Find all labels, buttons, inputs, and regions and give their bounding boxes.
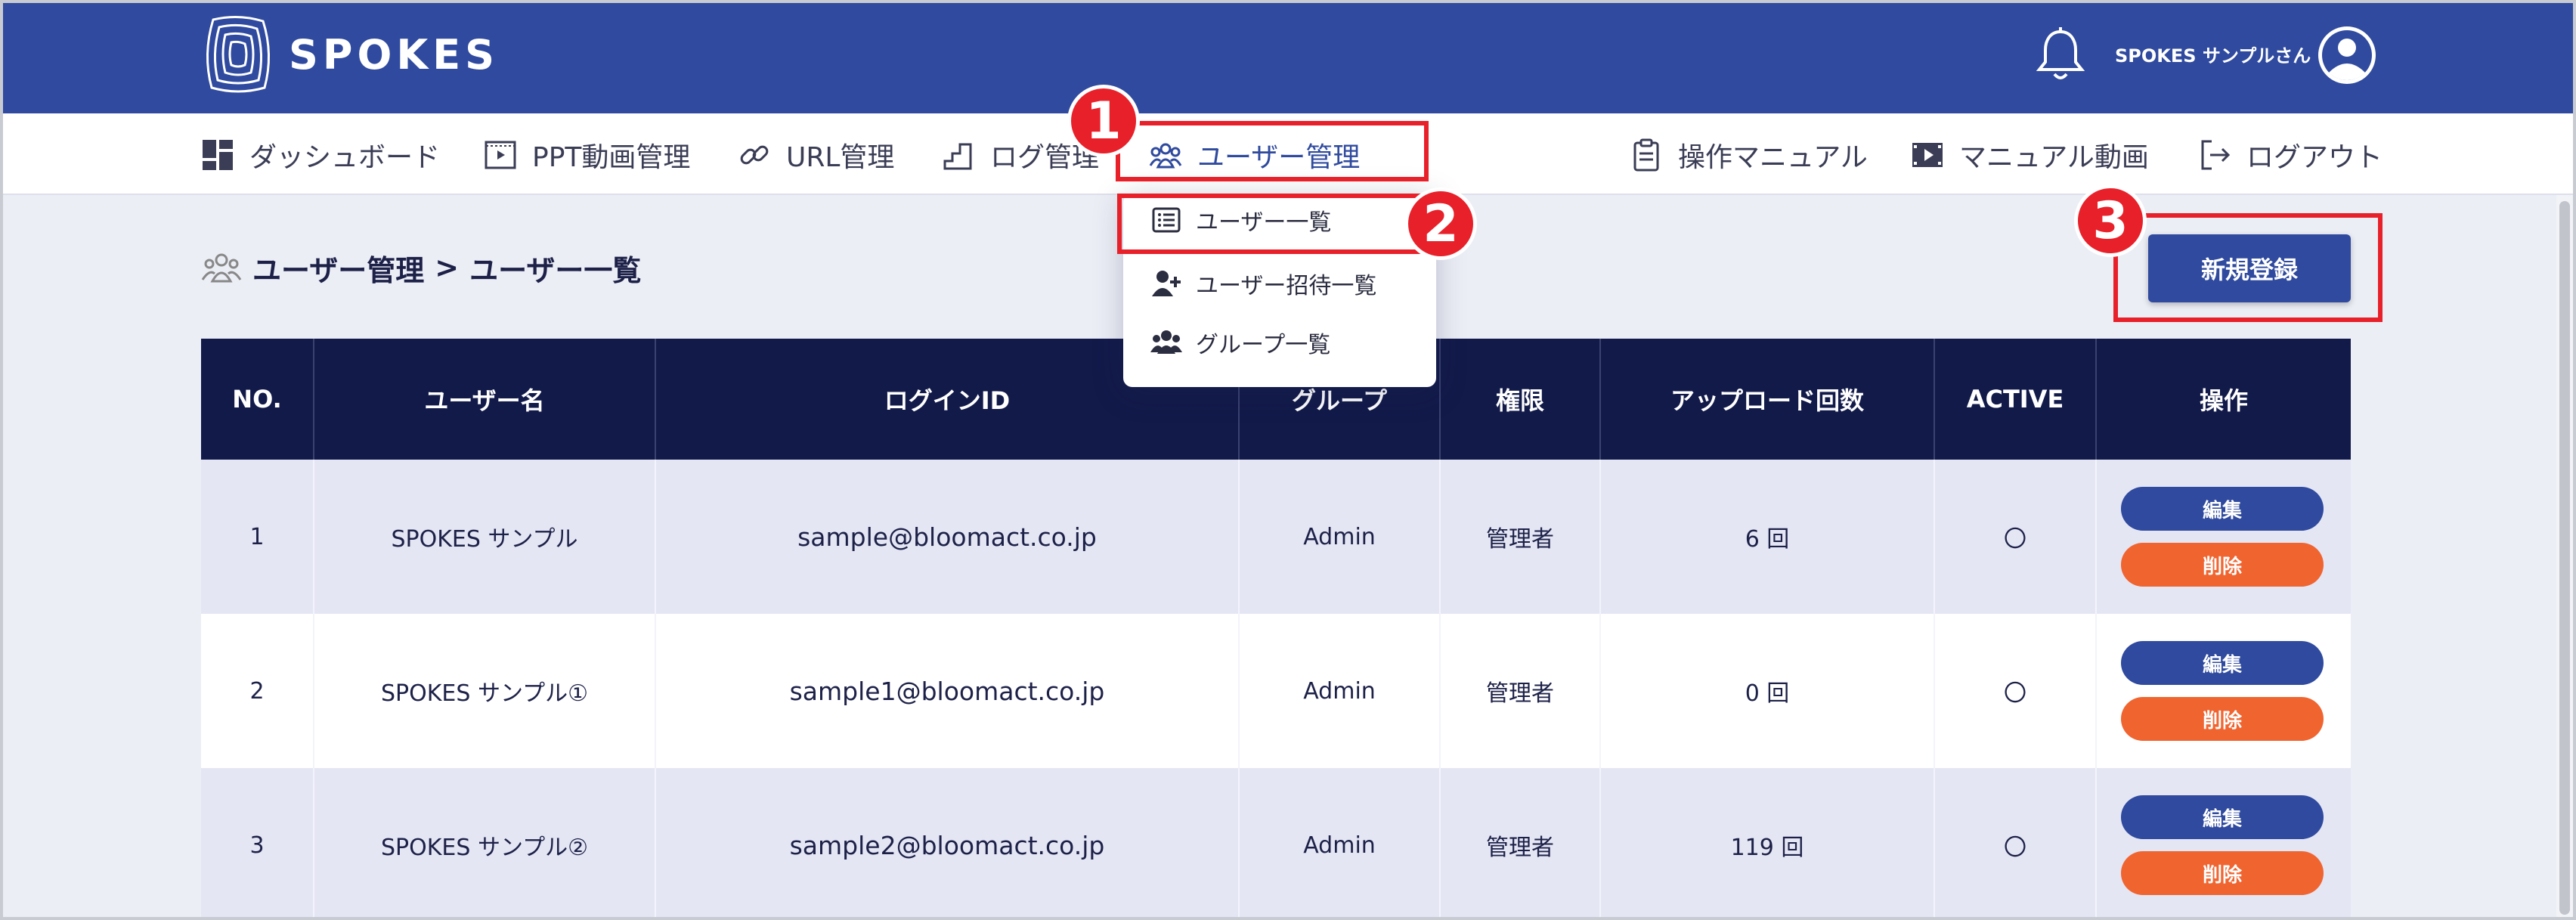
column-header: 権限 [1441,339,1601,460]
video-icon [1912,143,1943,167]
cell-group: Admin [1240,768,1441,917]
group-icon [1150,330,1182,354]
cell-active: 〇 [1935,768,2097,917]
nav-ppt-video[interactable]: PPT動画管理 [484,136,690,174]
logout-icon [2201,140,2231,170]
edit-button[interactable]: 編集 [2121,795,2324,839]
manual-icon [1633,138,1659,172]
cell-login-id: sample1@bloomact.co.jp [656,614,1240,768]
table-row: 1 SPOKES サンプル sample@bloomact.co.jp Admi… [201,460,2351,614]
highlight-nav-user-management [1116,121,1429,181]
edit-button[interactable]: 編集 [2121,641,2324,685]
cell-role: 管理者 [1441,614,1601,768]
nav-label: 操作マニュアル [1678,142,1868,173]
nav-label: マニュアル動画 [1959,142,2149,173]
breadcrumb: ユーザー管理 > ユーザー一覧 [201,246,641,289]
nav-label: ログアウト [2246,142,2383,173]
table-row: 3 SPOKES サンプル② sample2@bloomact.co.jp Ad… [201,768,2351,917]
cell-no: 2 [201,614,314,768]
breadcrumb-separator: > [435,251,460,284]
column-header: アップロード回数 [1601,339,1935,460]
delete-button[interactable]: 削除 [2121,697,2324,741]
cell-no: 1 [201,460,314,614]
column-header: 操作 [2199,386,2248,415]
logo[interactable]: SPOKES [198,12,499,97]
user-plus-icon [1152,271,1181,296]
column-header: ACTIVE [1935,339,2097,460]
ppt-video-icon [485,141,516,169]
dropdown-label: グループ一覧 [1196,332,1331,358]
vertical-scrollbar[interactable] [2556,195,2573,917]
delete-button[interactable]: 削除 [2121,543,2324,587]
cell-name: SPOKES サンプル [314,460,656,614]
bell-icon[interactable] [2036,26,2085,83]
cell-name: SPOKES サンプル① [314,614,656,768]
app-window: SPOKES SPOKES サンプルさん ダッシュボード PPT動画管理 URL… [0,0,2576,920]
edit-button[interactable]: 編集 [2121,487,2324,531]
breadcrumb-current: ユーザー一覧 [469,253,642,287]
dropdown-item-user-invite-list[interactable]: ユーザー招待一覧 [1123,257,1436,310]
nav-label: ダッシュボード [249,142,441,173]
step-badge-1: 1 [1067,85,1140,157]
cell-uploads: 0 回 [1601,614,1935,768]
column-header: ユーザー名 [314,339,656,460]
chart-step-icon [943,143,972,170]
nav-label: URL管理 [786,142,895,173]
users-icon [201,253,242,283]
step-badge-3: 3 [2074,184,2147,257]
user-table: NO. ユーザー名 ログインID グループ 権限 アップロード回数 ACTIVE… [201,339,2351,917]
cell-role: 管理者 [1441,768,1601,917]
nav-logout[interactable]: ログアウト [2198,136,2382,174]
dashboard-icon [203,140,233,170]
highlight-user-list [1117,194,1429,254]
cell-active: 〇 [1935,614,2097,768]
cell-active: 〇 [1935,460,2097,614]
cell-login-id: sample@bloomact.co.jp [656,460,1240,614]
avatar-icon[interactable] [2316,24,2378,86]
scrollbar-thumb[interactable] [2559,201,2570,915]
step-badge-2: 2 [1404,187,1477,260]
logo-text: SPOKES [289,30,499,79]
cell-role: 管理者 [1441,460,1601,614]
top-bar: SPOKES SPOKES サンプルさん [3,3,2573,113]
cell-uploads: 6 回 [1601,460,1935,614]
cell-group: Admin [1240,460,1441,614]
column-header: NO. [201,339,314,460]
nav-label: PPT動画管理 [532,142,691,173]
highlight-new-registration [2113,213,2382,322]
breadcrumb-parent[interactable]: ユーザー管理 [252,247,424,289]
nav-url[interactable]: URL管理 [738,136,894,174]
dropdown-label: ユーザー招待一覧 [1196,273,1377,299]
user-name[interactable]: SPOKES サンプルさん [2115,41,2311,67]
link-icon [740,145,769,165]
dropdown-item-group-list[interactable]: グループ一覧 [1123,316,1436,369]
nav-manual[interactable]: 操作マニュアル [1630,136,1868,174]
delete-button[interactable]: 削除 [2121,851,2324,895]
cell-group: Admin [1240,614,1441,768]
table-row: 2 SPOKES サンプル① sample1@bloomact.co.jp Ad… [201,614,2351,768]
cell-login-id: sample2@bloomact.co.jp [656,768,1240,917]
cell-name: SPOKES サンプル② [314,768,656,917]
logo-icon [206,15,270,93]
nav-manual-video[interactable]: マニュアル動画 [1911,136,2149,174]
nav-dashboard[interactable]: ダッシュボード [201,136,440,174]
cell-uploads: 119 回 [1601,768,1935,917]
cell-no: 3 [201,768,314,917]
